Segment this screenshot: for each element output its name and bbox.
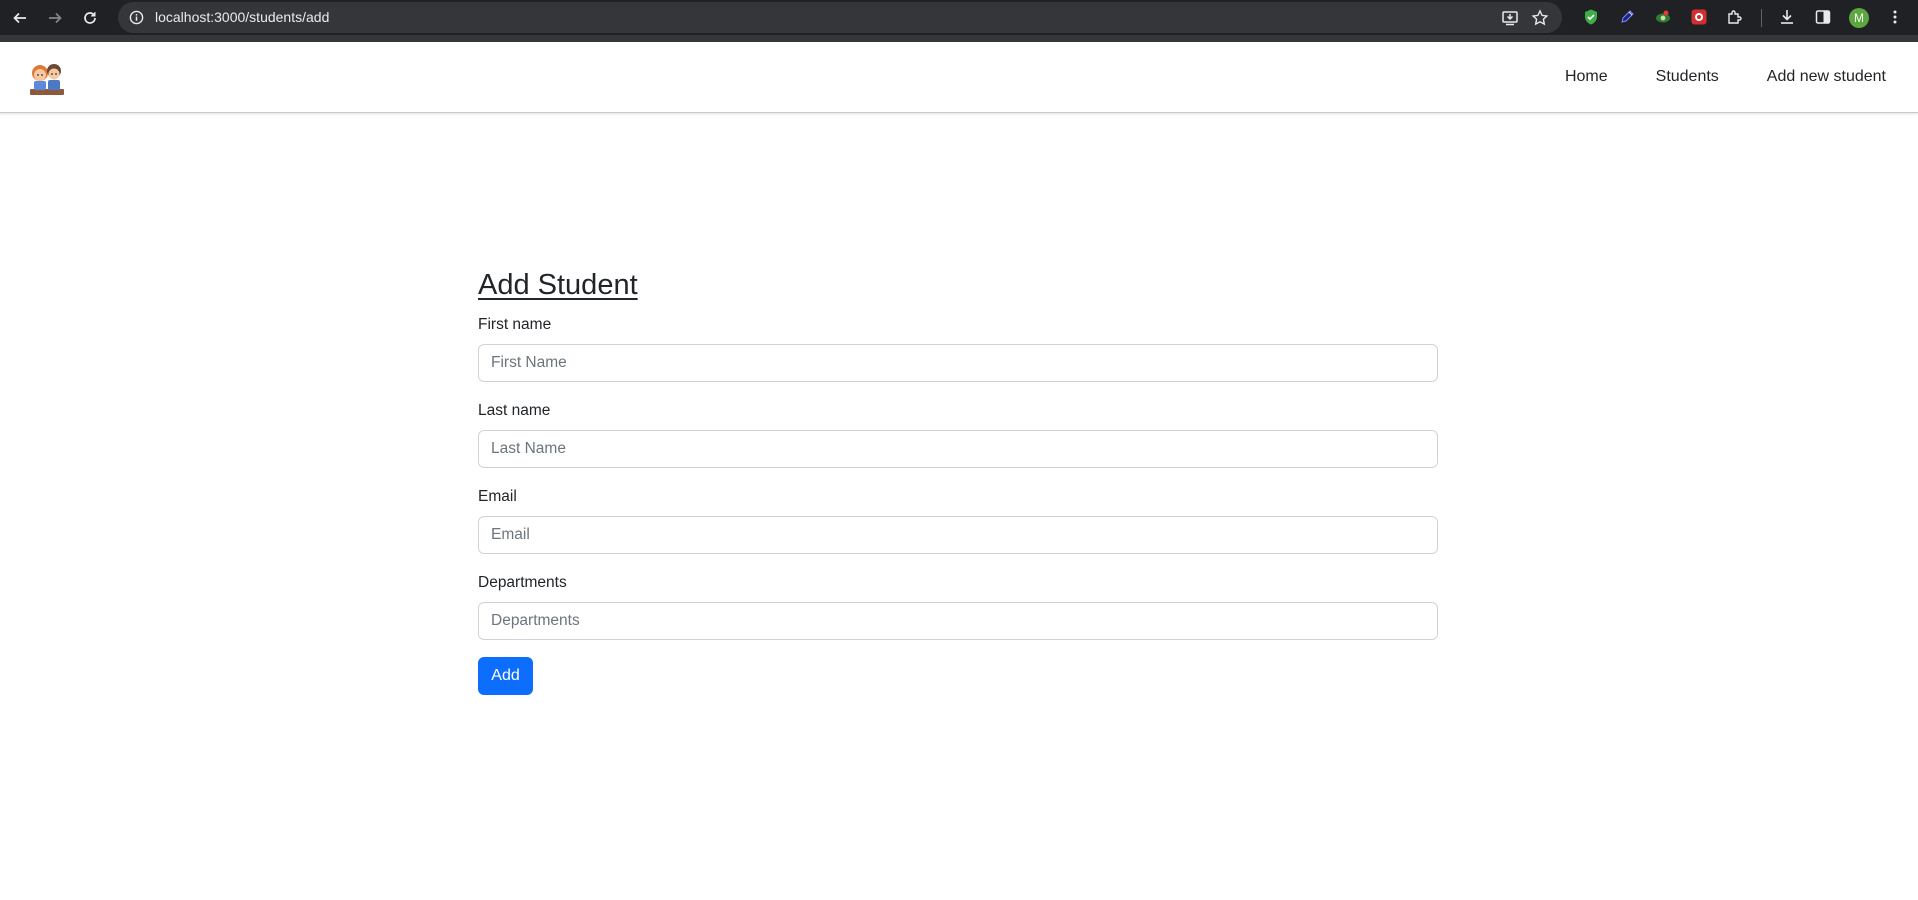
shield-extension-icon[interactable] [1582,8,1600,26]
email-label: Email [478,488,517,505]
side-panel-icon[interactable] [1814,8,1832,26]
nav-link-add-new-student[interactable]: Add new student [1767,68,1886,86]
first-name-input[interactable] [478,344,1438,382]
profile-avatar[interactable]: M [1849,8,1869,28]
address-bar[interactable]: localhost:3000/students/add [118,2,1562,33]
toolbar-divider [1761,9,1762,27]
pen-extension-icon[interactable] [1618,8,1636,26]
browser-toolbar: localhost:3000/students/add M [0,0,1918,42]
forward-icon[interactable] [45,8,65,28]
menu-dots-icon[interactable] [1886,8,1904,26]
page-title: Add Student [478,269,638,301]
eye-extension-icon[interactable] [1654,8,1672,26]
nav-link-students[interactable]: Students [1656,68,1719,86]
back-icon[interactable] [10,8,30,28]
students-logo-icon[interactable] [28,59,68,97]
bookmark-star-icon[interactable] [1531,9,1549,27]
add-button[interactable]: Add [478,657,533,695]
red-extension-icon[interactable] [1690,8,1708,26]
email-input[interactable] [478,516,1438,554]
install-app-icon[interactable] [1501,9,1519,27]
last-name-input[interactable] [478,430,1438,468]
reload-icon[interactable] [80,8,100,28]
extensions-puzzle-icon[interactable] [1726,8,1744,26]
departments-input[interactable] [478,602,1438,640]
site-info-icon[interactable] [129,10,144,25]
first-name-label: First name [478,316,552,333]
app-navbar: Home Students Add new student [0,42,1918,113]
add-student-form: Add Student First name Last name Email D… [478,266,1438,695]
nav-links: Home Students Add new student [1517,42,1886,112]
nav-link-home[interactable]: Home [1565,68,1608,86]
download-icon[interactable] [1778,8,1796,26]
departments-label: Departments [478,574,567,591]
last-name-label: Last name [478,402,551,419]
url-text: localhost:3000/students/add [155,9,330,25]
